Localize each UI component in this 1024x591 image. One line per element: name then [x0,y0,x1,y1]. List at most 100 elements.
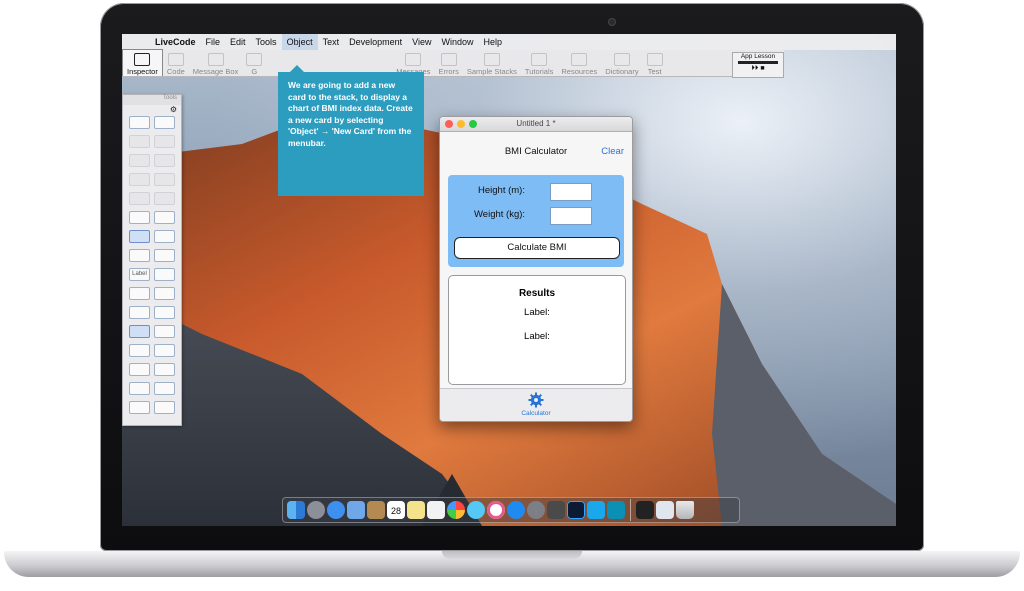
message-box-icon [207,53,224,66]
tools-palette: Tools ⚙ Label [122,94,182,426]
minimize-window-icon[interactable] [457,120,465,128]
tutorial-callout: We are going to add a new card to the st… [278,65,424,196]
slider-tool[interactable] [129,363,150,376]
menu-development[interactable]: Development [344,34,407,50]
switch-tool[interactable] [154,192,175,205]
messages-icon [405,53,422,66]
preview-icon[interactable] [656,501,674,519]
nav-bar-tool[interactable] [129,173,150,186]
chart-widget-tool[interactable] [154,154,175,167]
clear-button[interactable]: Clear [601,146,624,157]
desktop-screen: LiveCode File Edit Tools Object Text Dev… [122,34,896,526]
menu-file[interactable]: File [201,34,226,50]
resources-icon [571,53,588,66]
toolbar-resources[interactable]: Resources [557,50,601,76]
toolbar-code[interactable]: Code [163,50,189,76]
notes-icon[interactable] [407,501,425,519]
segmented-tool[interactable] [154,173,175,186]
weight-field[interactable] [550,207,592,225]
sublime-icon[interactable] [547,501,565,519]
pointer-tool[interactable] [129,116,150,129]
menu-livecode[interactable]: LiveCode [150,34,201,50]
terminal-icon[interactable] [636,501,654,519]
contacts-icon[interactable] [367,501,385,519]
launchpad-icon[interactable] [307,501,325,519]
toolbar-tutorials[interactable]: Tutorials [521,50,557,76]
results-panel: Results Label: Label: [448,275,626,385]
photos-icon[interactable] [447,501,465,519]
progress-tool[interactable] [154,344,175,357]
svg-icon-tool[interactable] [129,192,150,205]
stack-window-titlebar: Untitled 1 * [440,117,632,132]
reminders-icon[interactable] [427,501,445,519]
scrolling-field-tool[interactable] [129,306,150,319]
button-tool[interactable] [129,211,150,224]
menu-object[interactable]: Object [281,34,318,50]
menu-window[interactable]: Window [436,34,478,50]
finder-icon[interactable] [287,501,305,519]
toolbar-errors[interactable]: Errors [434,50,462,76]
menu-help[interactable]: Help [479,34,508,50]
list-field-tool[interactable] [129,287,150,300]
app-lesson-panel: App Lesson ⏵⏵ ■ [732,52,784,78]
map-widget-tool[interactable] [154,135,175,148]
tools-gear-icon[interactable]: ⚙ [123,105,181,114]
photoshop-icon[interactable] [567,501,585,519]
field-tool[interactable] [154,268,175,281]
calculate-bmi-button[interactable]: Calculate BMI [454,237,620,259]
spray-tools[interactable] [154,401,175,414]
toolbar-group[interactable]: G [242,50,266,76]
tools-grid: Label [123,114,181,416]
rect-button-tool[interactable] [129,249,150,262]
widget-tool[interactable] [129,135,150,148]
table-field-tool[interactable] [154,287,175,300]
lesson-forward-icon[interactable]: ⏵⏵ [751,65,758,72]
close-window-icon[interactable] [445,120,453,128]
gear-icon[interactable] [528,392,544,408]
livecode-icon[interactable] [607,501,625,519]
system-preferences-icon[interactable] [527,501,545,519]
result-label-1: Label: [524,307,550,318]
lesson-stop-icon[interactable]: ■ [760,65,764,72]
height-field[interactable] [550,183,592,201]
menu-view[interactable]: View [407,34,436,50]
height-label: Height (m): [478,185,525,196]
stack-window-title: Untitled 1 * [516,119,556,128]
option-menu-tool[interactable] [154,306,175,319]
messages-icon[interactable] [467,501,485,519]
toolbar-inspector[interactable]: Inspector [122,49,163,76]
toolbar-sample-stacks[interactable]: Sample Stacks [463,50,521,76]
line-tools[interactable] [154,382,175,395]
shape-tools[interactable] [129,382,150,395]
radio-tool[interactable] [154,230,175,243]
safari-icon[interactable] [327,501,345,519]
zoom-window-icon[interactable] [469,120,477,128]
skype-icon[interactable] [587,501,605,519]
tab-calculator[interactable]: Calculator [440,410,632,417]
menu-edit[interactable]: Edit [225,34,251,50]
checkbox-tool[interactable] [154,211,175,224]
mail-icon[interactable] [347,501,365,519]
itunes-icon[interactable] [487,501,505,519]
calendar-icon[interactable]: 28 [387,501,405,519]
paint-tools[interactable] [129,401,150,414]
menu-button-tool[interactable] [154,249,175,262]
tab-panel-tool[interactable] [129,325,150,338]
toolbar-test[interactable]: Test [643,50,667,76]
label-tool[interactable]: Label [129,268,150,281]
header-bar-tool[interactable] [129,154,150,167]
app-store-icon[interactable] [507,501,525,519]
toolbar-message-box[interactable]: Message Box [189,50,242,76]
lesson-progress-bar [738,61,778,64]
combo-box-tool[interactable] [154,325,175,338]
toolbar-dictionary[interactable]: Dictionary [601,50,642,76]
menu-tools[interactable]: Tools [251,34,282,50]
trash-icon[interactable] [676,501,694,519]
menu-text[interactable]: Text [318,34,345,50]
player-tool[interactable] [154,363,175,376]
browse-tool[interactable] [154,116,175,129]
app-header: BMI Calculator Clear [440,132,632,172]
default-button-tool[interactable] [129,230,150,243]
scrollbar-tool[interactable] [129,344,150,357]
app-lesson-label: App Lesson [740,53,776,60]
